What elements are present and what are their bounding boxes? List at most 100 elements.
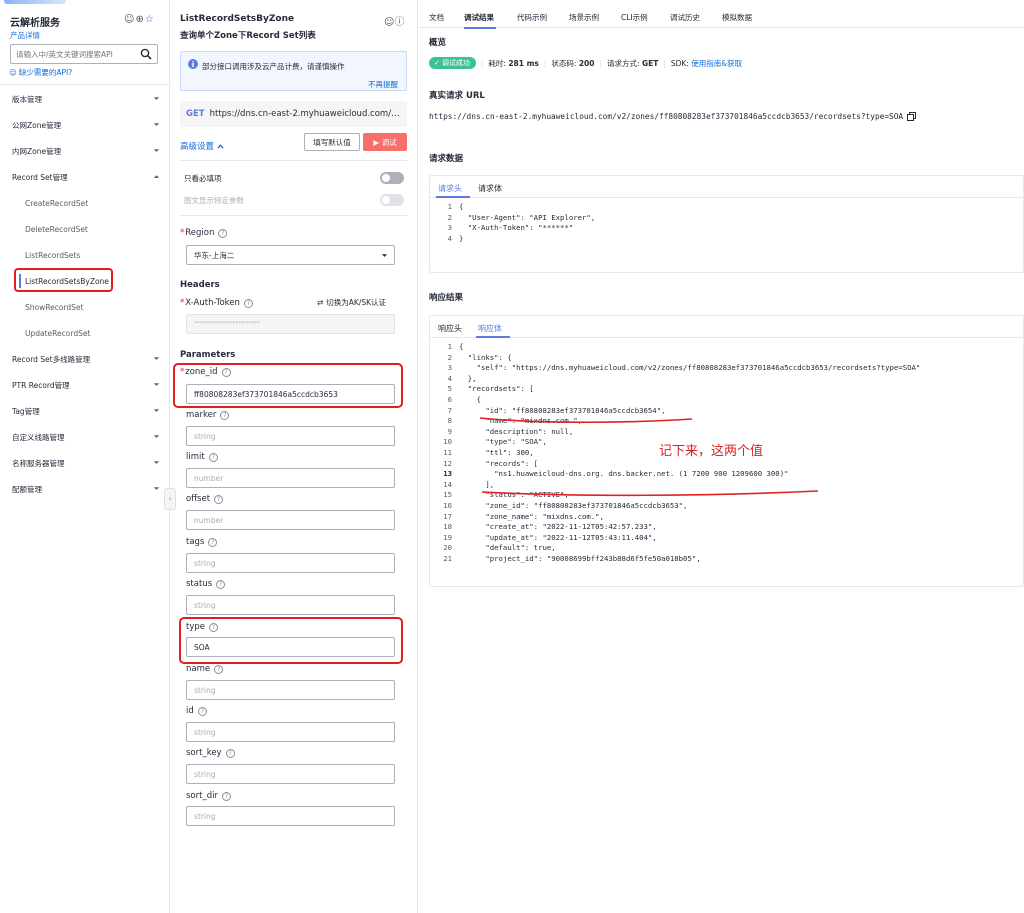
status-input[interactable] xyxy=(186,595,395,615)
sidebar-group-quota[interactable]: 配额管理 xyxy=(0,476,170,502)
question-icon[interactable]: ? xyxy=(216,580,225,589)
question-icon[interactable]: ? xyxy=(214,665,223,674)
api-header-icons: ☺ⓘ xyxy=(384,13,404,28)
sidebar-group-tag[interactable]: Tag管理 xyxy=(0,398,170,424)
sidebar-group-nameserver[interactable]: 名称服务器管理 xyxy=(0,450,170,476)
star-icon[interactable]: ☆ xyxy=(145,14,155,25)
api-search-box[interactable] xyxy=(10,44,158,64)
smiley-icon[interactable]: ☺ xyxy=(124,14,135,25)
collapse-panel-handle[interactable]: ‹ xyxy=(164,488,176,510)
headers-title: Headers xyxy=(180,280,220,290)
tab-debug-history[interactable]: 调试历史 xyxy=(670,12,700,23)
sdk-guide-link[interactable]: 使用指南&获取 xyxy=(691,58,742,69)
info-icon xyxy=(188,59,198,69)
tab-cli-samples[interactable]: CLI示例 xyxy=(621,12,648,23)
divider xyxy=(180,160,407,161)
help-icon[interactable]: ⓘ xyxy=(394,17,404,28)
divider xyxy=(180,215,407,216)
search-icon[interactable] xyxy=(140,48,152,60)
chevron-down-icon xyxy=(381,252,388,259)
service-title: 云解析服务 xyxy=(10,14,60,29)
question-icon[interactable]: ? xyxy=(244,299,253,308)
chevron-down-icon xyxy=(153,485,160,492)
check-icon: ✓ xyxy=(434,59,440,67)
id-input[interactable] xyxy=(186,722,395,742)
question-icon[interactable]: ? xyxy=(226,749,235,758)
region-select[interactable]: 华东-上海二 xyxy=(186,245,395,265)
http-method: GET xyxy=(186,109,205,119)
sort-key-input[interactable] xyxy=(186,764,395,784)
sidebar-group-public-zone[interactable]: 公网Zone管理 xyxy=(0,112,170,138)
sidebar-header-icons: ☺⊕☆ xyxy=(124,14,155,25)
sort-dir-input[interactable] xyxy=(186,806,395,826)
tab-request-body[interactable]: 请求体 xyxy=(478,183,502,194)
tab-code-samples[interactable]: 代码示例 xyxy=(517,12,547,23)
chevron-down-icon xyxy=(153,433,160,440)
sidebar-group-private-zone[interactable]: 内网Zone管理 xyxy=(0,138,170,164)
question-icon[interactable]: ? xyxy=(209,453,218,462)
missing-api-link[interactable]: ☺ 缺少需要的API? xyxy=(9,67,72,78)
underline-id xyxy=(480,418,692,422)
sidebar-item-listrecordsets[interactable]: ListRecordSets xyxy=(0,242,170,268)
tags-label: tags? xyxy=(186,537,217,547)
sidebar-group-custom-line[interactable]: 自定义线路管理 xyxy=(0,424,170,450)
elapsed-value: 281 ms xyxy=(508,59,539,68)
advanced-settings-toggle[interactable]: 高级设置 xyxy=(180,140,224,152)
limit-input[interactable] xyxy=(186,468,395,488)
sort-dir-label: sort_dir? xyxy=(186,791,231,801)
sidebar-group-recordset[interactable]: Record Set管理 xyxy=(0,164,170,190)
request-code: 1{ 2 "User-Agent": "API Explorer", 3 "X-… xyxy=(430,198,1023,244)
active-tab-indicator xyxy=(464,27,496,29)
highlight-box xyxy=(14,268,113,292)
switch-aksk-button[interactable]: ⇄ 切换为AK/SK认证 xyxy=(317,297,386,308)
smiley-icon[interactable]: ☺ xyxy=(384,17,394,28)
offset-input[interactable] xyxy=(186,510,395,530)
required-only-row: 只看必填项 xyxy=(184,170,404,186)
marker-label: marker? xyxy=(186,410,229,420)
question-icon[interactable]: ? xyxy=(220,411,229,420)
api-description: 查询单个Zone下Record Set列表 xyxy=(180,29,316,41)
sidebar-item-showrecordset[interactable]: ShowRecordSet xyxy=(0,294,170,320)
question-icon[interactable]: ? xyxy=(218,229,227,238)
tab-scenario-samples[interactable]: 场景示例 xyxy=(569,12,599,23)
api-search-input[interactable] xyxy=(16,50,134,59)
question-icon[interactable]: ? xyxy=(214,495,223,504)
sidebar-group-recordset-multiline[interactable]: Record Set多线路管理 xyxy=(0,346,170,372)
sidebar-item-createrecordset[interactable]: CreateRecordSet xyxy=(0,190,170,216)
sidebar-item-updaterecordset[interactable]: UpdateRecordSet xyxy=(0,320,170,346)
sidebar-group-version[interactable]: 版本管理 xyxy=(0,86,170,112)
chevron-up-icon xyxy=(217,143,224,150)
status-row: ✓调试成功 | 耗时: 281 ms | 状态码: 200 | 请求方式: GE… xyxy=(429,57,742,69)
result-tabs: 文档 调试结果 代码示例 场景示例 CLI示例 调试历史 模拟数据 xyxy=(419,0,1024,28)
status-code-value: 200 xyxy=(579,59,595,68)
required-only-toggle[interactable] xyxy=(380,172,404,184)
response-title: 响应结果 xyxy=(429,291,463,303)
status-label: status? xyxy=(186,579,225,589)
fill-default-button[interactable]: 填写默认值 xyxy=(304,133,360,151)
copy-icon[interactable] xyxy=(907,112,916,121)
debug-button[interactable]: ▶ 调试 xyxy=(363,133,407,151)
tab-debug-result[interactable]: 调试结果 xyxy=(464,12,494,23)
question-icon[interactable]: ? xyxy=(208,538,217,547)
sidebar-header-accent xyxy=(4,0,66,4)
globe-icon[interactable]: ⊕ xyxy=(135,14,144,25)
product-details-link[interactable]: 产品详情 xyxy=(10,30,40,41)
tab-docs[interactable]: 文档 xyxy=(429,12,444,23)
request-data-box: 请求头 请求体 1{ 2 "User-Agent": "API Explorer… xyxy=(429,175,1024,273)
name-input[interactable] xyxy=(186,680,395,700)
question-icon[interactable]: ? xyxy=(198,707,207,716)
question-icon[interactable]: ? xyxy=(222,792,231,801)
tab-mock-data[interactable]: 模拟数据 xyxy=(722,12,752,23)
request-url-bar: GET https://dns.cn-east-2.myhuaweicloud.… xyxy=(180,101,407,127)
dont-remind-link[interactable]: 不再提醒 xyxy=(368,79,398,90)
chevron-down-icon xyxy=(153,407,160,414)
sidebar-item-deleterecordset[interactable]: DeleteRecordSet xyxy=(0,216,170,242)
tags-input[interactable] xyxy=(186,553,395,573)
marker-input[interactable] xyxy=(186,426,395,446)
request-tabs: 请求头 请求体 xyxy=(430,176,1023,198)
status-badge: ✓调试成功 xyxy=(429,57,476,69)
real-request-url: https://dns.cn-east-2.myhuaweicloud.com/… xyxy=(429,112,916,121)
underline-records xyxy=(482,491,818,495)
tab-request-headers[interactable]: 请求头 xyxy=(438,183,462,194)
sidebar-group-ptr[interactable]: PTR Record管理 xyxy=(0,372,170,398)
